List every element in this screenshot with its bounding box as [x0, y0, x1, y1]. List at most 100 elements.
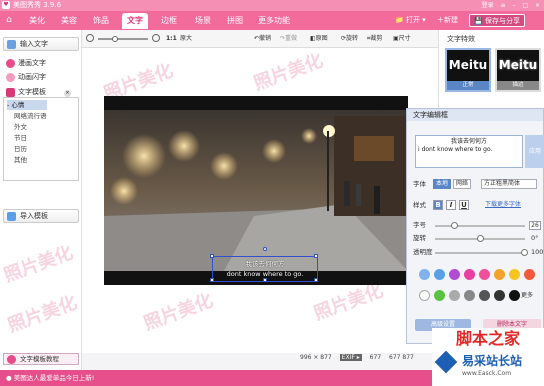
tree-item[interactable]: 其他 — [14, 155, 27, 165]
maximize-icon[interactable]: □ — [522, 2, 528, 9]
opacity-slider-thumb[interactable] — [521, 249, 528, 256]
color-swatch[interactable] — [494, 269, 505, 280]
redo-label: 重做 — [285, 35, 298, 42]
color-swatch[interactable] — [419, 269, 430, 280]
new-button[interactable]: ＋新建 — [433, 14, 462, 27]
color-swatch[interactable] — [509, 269, 520, 280]
underline-button[interactable]: U — [459, 200, 469, 210]
size-value[interactable]: 26 — [529, 221, 541, 230]
tab-decorations[interactable]: 饰品 — [88, 13, 114, 29]
tree-item[interactable]: 外文 — [14, 122, 27, 132]
undo-label: 撤销 — [259, 35, 272, 42]
effect-stroke[interactable]: Meitu 描边 — [495, 48, 541, 92]
collapse-icon[interactable]: × — [64, 90, 71, 97]
resize-handle[interactable] — [210, 254, 214, 258]
dialog-title: 文字编辑框 — [407, 109, 543, 121]
font-tab-local[interactable]: 本地 — [433, 179, 452, 189]
zoom-in-icon[interactable] — [152, 34, 160, 42]
tree-item[interactable]: 节日 — [14, 133, 27, 143]
color-swatch[interactable] — [509, 290, 520, 301]
rotate-slider-thumb[interactable] — [477, 235, 484, 242]
tab-frame[interactable]: 边框 — [156, 13, 182, 29]
color-swatch[interactable] — [434, 269, 445, 280]
template-icon — [6, 87, 15, 97]
color-swatch[interactable] — [449, 269, 460, 280]
tab-beautify[interactable]: 美化 — [24, 13, 50, 29]
zoom-out-icon[interactable] — [86, 34, 94, 42]
resize-handle[interactable] — [210, 278, 214, 282]
resize-button[interactable]: ▣尺寸 — [393, 33, 411, 44]
open-button[interactable]: 📁 打开 ▾ — [391, 14, 430, 27]
compare-button[interactable]: ◧原图 — [310, 33, 328, 44]
redo-button[interactable]: ↷重做 — [280, 33, 297, 44]
home-icon[interactable]: ⌂ — [3, 14, 15, 26]
text-input-area[interactable]: 我该去何何方 i dont know where to go. — [415, 135, 523, 168]
photo-image[interactable]: 我该去何何方 dont know where to go. — [104, 96, 408, 285]
color-swatch[interactable] — [494, 290, 505, 301]
save-share-label: 保存与分享 — [484, 17, 520, 25]
tree-item-selected[interactable]: - 心情 — [7, 100, 47, 110]
zoom-slider[interactable] — [98, 38, 148, 40]
color-swatch[interactable] — [479, 290, 490, 301]
tab-collage[interactable]: 拼图 — [222, 13, 248, 29]
effect-label: 正常 — [447, 81, 489, 90]
save-share-button[interactable]: 💾 保存与分享 — [469, 14, 525, 27]
color-swatch[interactable] — [464, 290, 475, 301]
bold-button[interactable]: B — [433, 200, 443, 210]
more-colors-link[interactable]: 更多 — [521, 291, 533, 301]
brand-box: 易采站长站 www.Easck.Com — [432, 350, 544, 386]
close-icon[interactable]: × — [535, 2, 540, 9]
zoom-actual-button[interactable]: 1:1 — [166, 33, 177, 44]
italic-button[interactable]: I — [446, 200, 456, 210]
rotate-handle[interactable] — [263, 247, 267, 251]
exif-button[interactable]: EXIF ▸ — [339, 354, 362, 361]
effect-preview: Meitu — [498, 58, 538, 72]
resize-handle[interactable] — [263, 278, 267, 282]
download-fonts-link[interactable]: 下载更多字体 — [485, 200, 521, 210]
ticker-icon: ● — [6, 374, 12, 382]
crop-button[interactable]: ⌗裁剪 — [367, 33, 382, 44]
tab-beauty[interactable]: 美容 — [56, 13, 82, 29]
caption-selection-box[interactable]: 我该去何何方 dont know where to go. — [210, 247, 318, 282]
resize-handle[interactable] — [314, 254, 318, 258]
resize-handle[interactable] — [314, 278, 318, 282]
color-swatch[interactable] — [524, 269, 535, 280]
color-swatch[interactable] — [449, 290, 460, 301]
import-template-button[interactable]: 导入模板 — [3, 209, 79, 223]
menu-icon[interactable]: ≡ — [501, 2, 506, 9]
animated-text-item[interactable]: 动画闪字 — [6, 72, 46, 83]
color-swatch[interactable] — [479, 269, 490, 280]
minimize-icon[interactable]: – — [512, 2, 515, 9]
font-select[interactable]: 方正粗黑简体 — [481, 179, 537, 189]
template-tutorial-button[interactable]: 文字模板教程 — [3, 353, 79, 365]
window-controls: 登录 ≡ – □ × — [477, 1, 540, 10]
tree-item[interactable]: 网络流行语 — [14, 111, 47, 121]
comic-text-item[interactable]: 漫画文字 — [6, 58, 46, 69]
font-tab-online[interactable]: 网络 — [453, 179, 472, 189]
login-link[interactable]: 登录 — [482, 2, 494, 9]
tree-item[interactable]: 日历 — [14, 144, 27, 154]
input-text-button[interactable]: 输入文字 — [3, 37, 79, 51]
rotate-label: 旋转 — [413, 234, 426, 242]
tab-text[interactable]: 文字 — [122, 13, 148, 29]
ticker-text[interactable]: 美图达人最爱单品今日上新! — [14, 374, 95, 382]
size-slider[interactable] — [435, 225, 525, 227]
undo-button[interactable]: ↶撤销 — [254, 33, 271, 44]
watermark-text: 照片美化 — [1, 242, 76, 287]
original-size-button[interactable]: 原大 — [180, 33, 192, 44]
apply-button[interactable]: 应用 — [525, 135, 544, 168]
tab-more[interactable]: 更多功能 — [253, 13, 295, 29]
tab-scene[interactable]: 场景 — [190, 13, 216, 29]
rotate-value: 0° — [531, 234, 539, 242]
effect-label: 描边 — [497, 81, 539, 90]
zoom-slider-knob[interactable] — [112, 36, 118, 42]
template-tutorial-label: 文字模板教程 — [20, 355, 59, 363]
color-swatch[interactable] — [419, 290, 430, 301]
effect-normal[interactable]: Meitu 正常 — [445, 48, 491, 92]
size-slider-thumb[interactable] — [451, 222, 458, 229]
color-swatch[interactable] — [434, 290, 445, 301]
rotate-button[interactable]: ⟳旋转 — [341, 33, 358, 44]
opacity-slider[interactable] — [435, 252, 525, 254]
color-swatch[interactable] — [464, 269, 475, 280]
text-edit-dialog: 文字编辑框 我该去何何方 i dont know where to go. 应用… — [406, 108, 544, 344]
